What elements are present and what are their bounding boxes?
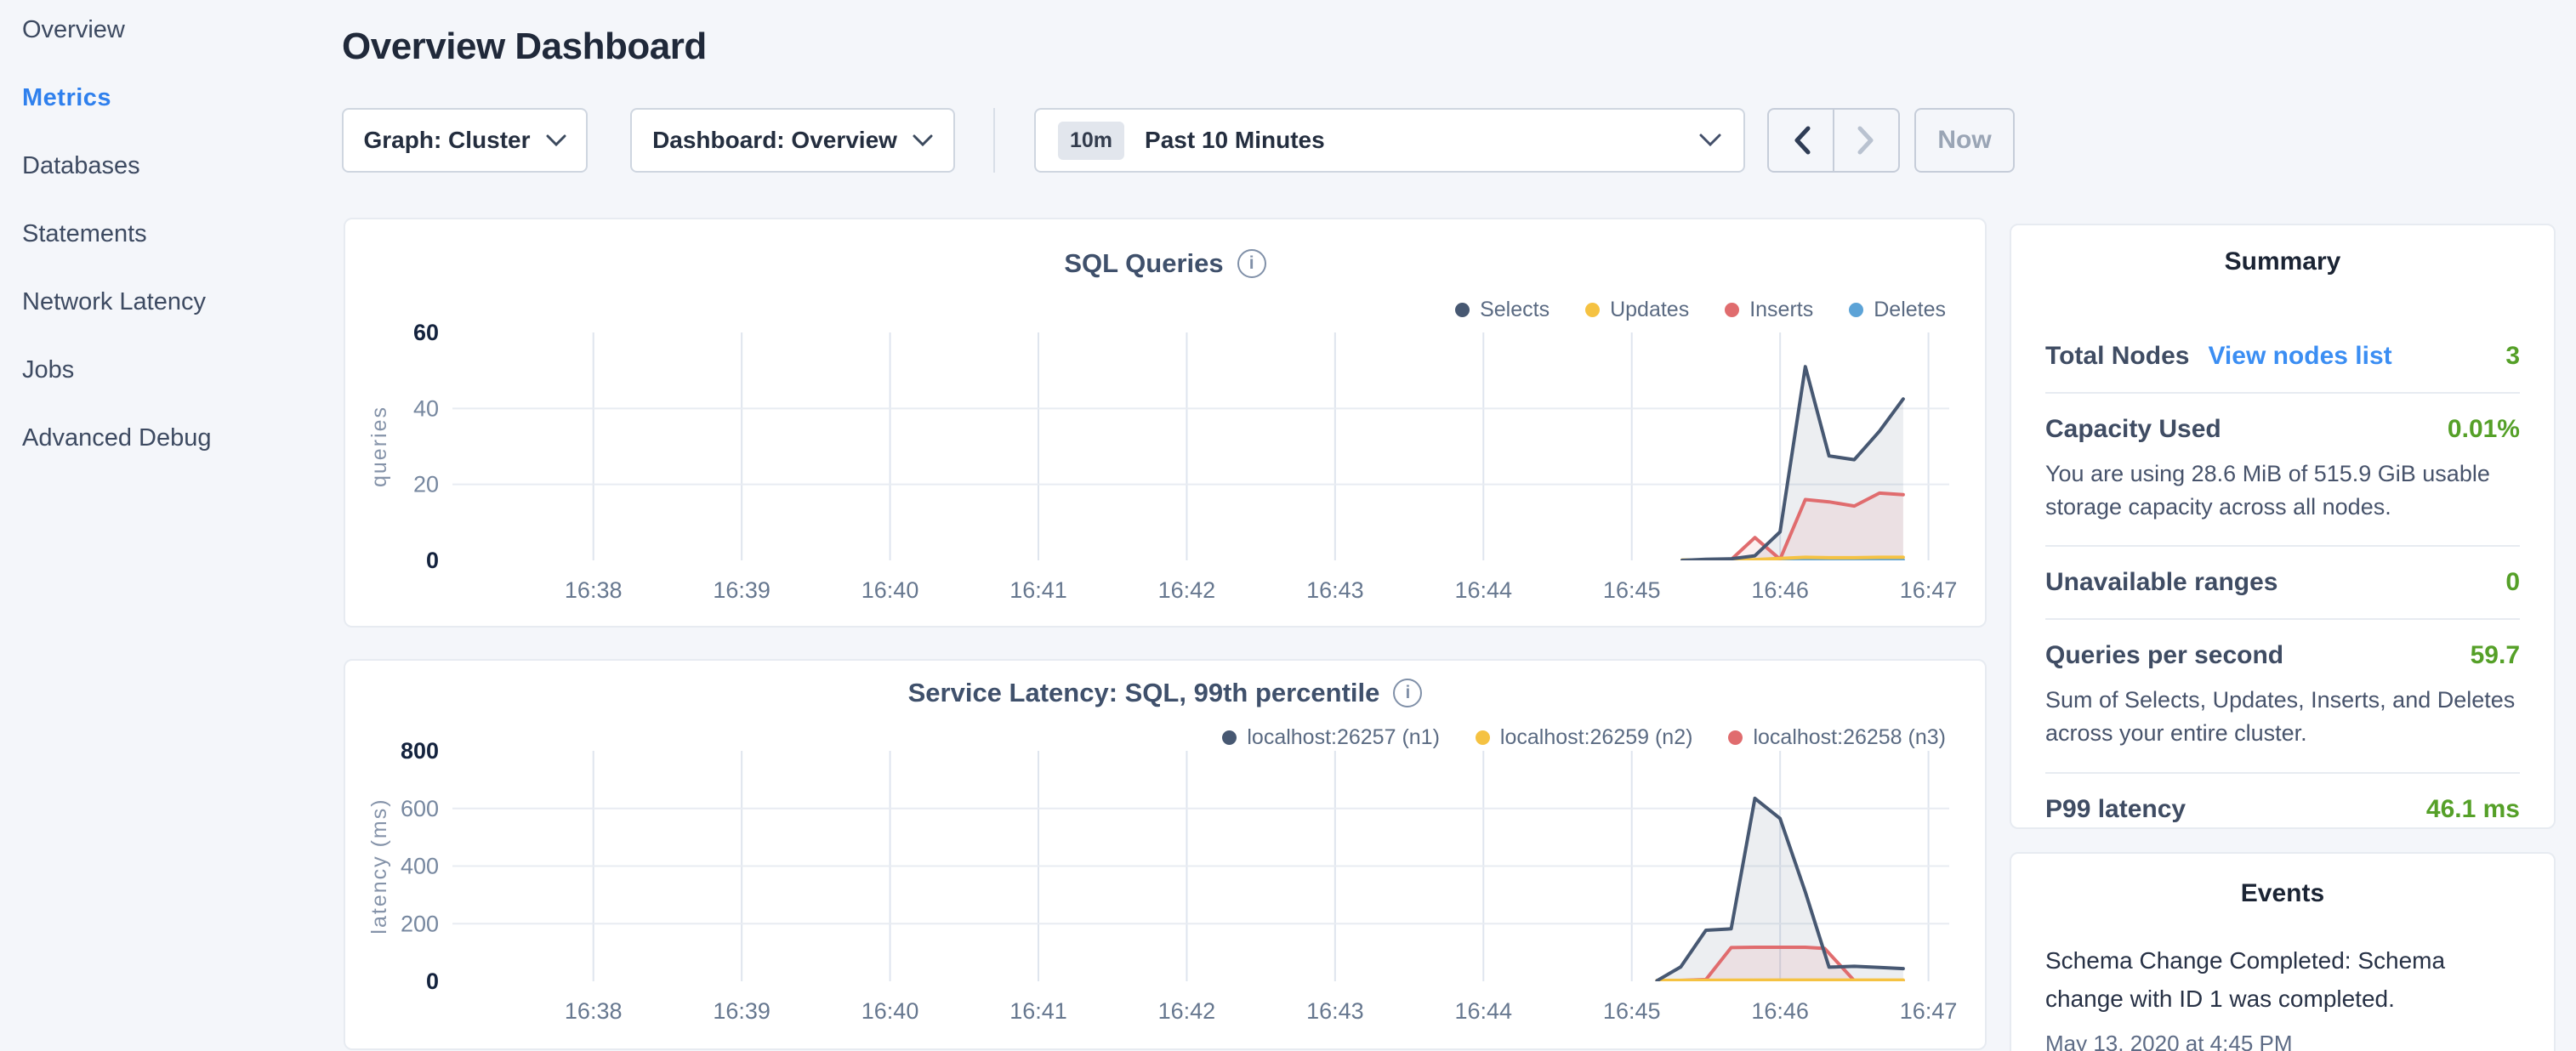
time-range-selector[interactable]: 10m Past 10 Minutes <box>1034 108 1745 173</box>
x-axis-tick-label: 16:47 <box>1900 998 1958 1024</box>
x-axis-tick-label: 16:42 <box>1158 998 1216 1024</box>
sidebar-nav: Overview Metrics Databases Statements Networ… <box>0 0 340 490</box>
summary-row-title: Capacity Used <box>2045 415 2221 444</box>
y-axis-tick-label: 60 <box>413 320 439 345</box>
x-axis-tick-label: 16:43 <box>1306 577 1364 603</box>
summary-row: Unavailable ranges 0 <box>2045 545 2520 618</box>
x-axis-tick-label: 16:46 <box>1751 577 1809 603</box>
y-axis-tick-label: 200 <box>401 911 439 936</box>
chart-plot-area: 0 200 400 600 800 16:38 16:39 16:40 16:41 16:42 16… <box>345 661 1988 1051</box>
graph-dropdown-label: Graph: Cluster <box>363 127 530 154</box>
controls-divider <box>993 108 995 173</box>
events-panel: Events Schema Change Completed: Schema c… <box>2010 852 2556 1051</box>
chevron-left-icon <box>1790 124 1812 156</box>
view-nodes-list-link[interactable]: View nodes list <box>2208 342 2391 371</box>
summary-row: Total Nodes View nodes list 3 <box>2045 321 2520 392</box>
x-axis-tick-label: 16:46 <box>1751 998 1809 1024</box>
summary-row-title: P99 latency <box>2045 795 2186 824</box>
x-axis-tick-label: 16:45 <box>1603 998 1661 1024</box>
summary-row-value: 0 <box>2505 568 2520 597</box>
summary-row: P99 latency 46.1 ms <box>2045 772 2520 845</box>
sidebar-item-metrics[interactable]: Metrics <box>22 82 340 115</box>
chevron-down-icon <box>546 134 566 147</box>
summary-row-value: 46.1 ms <box>2426 795 2520 824</box>
x-axis-tick-label: 16:41 <box>1009 998 1067 1024</box>
chevron-down-icon <box>913 134 933 147</box>
sidebar-item-network-latency[interactable]: Network Latency <box>22 286 340 319</box>
x-axis-tick-label: 16:43 <box>1306 998 1364 1024</box>
y-axis-tick-label: 600 <box>401 796 439 821</box>
summary-row: Queries per second 59.7 Sum of Selects, Up… <box>2045 618 2520 771</box>
x-axis-tick-label: 16:45 <box>1603 577 1661 603</box>
time-step-forward-button[interactable] <box>1833 110 1898 171</box>
y-axis-tick-label: 40 <box>413 395 439 421</box>
summary-panel: Summary Total Nodes View nodes list 3 Capac… <box>2010 224 2556 829</box>
x-axis-tick-label: 16:44 <box>1455 998 1513 1024</box>
summary-row-subtext: You are using 28.6 MiB of 515.9 GiB usab… <box>2045 457 2520 524</box>
x-axis-tick-label: 16:39 <box>713 998 771 1024</box>
time-step-buttons <box>1767 108 1900 173</box>
y-axis-tick-label: 800 <box>401 738 439 764</box>
chevron-down-icon <box>1699 134 1721 147</box>
sidebar-item-advanced-debug[interactable]: Advanced Debug <box>22 422 340 455</box>
y-axis-unit-label: queries <box>367 406 391 487</box>
x-axis-tick-label: 16:38 <box>565 577 623 603</box>
summary-rows: Total Nodes View nodes list 3 Capacity Used… <box>2045 321 2520 845</box>
x-axis-tick-label: 16:40 <box>862 998 919 1024</box>
x-axis-tick-label: 16:42 <box>1158 577 1216 603</box>
summary-row-title: Unavailable ranges <box>2045 568 2277 597</box>
x-axis-tick-label: 16:41 <box>1009 577 1067 603</box>
now-button[interactable]: Now <box>1914 108 2015 173</box>
page-title: Overview Dashboard <box>342 26 707 68</box>
x-axis-tick-label: 16:38 <box>565 998 623 1024</box>
app-root: Overview Metrics Databases Statements Networ… <box>0 0 2576 1051</box>
graph-dropdown[interactable]: Graph: Cluster <box>342 108 588 173</box>
sidebar-item-jobs[interactable]: Jobs <box>22 354 340 387</box>
time-step-back-button[interactable] <box>1769 110 1833 171</box>
summary-row-title: Total Nodes <box>2045 342 2189 371</box>
summary-row-value: 0.01% <box>2448 415 2520 444</box>
summary-heading: Summary <box>2045 247 2520 276</box>
x-axis-tick-label: 16:39 <box>713 577 771 603</box>
sidebar-item-overview[interactable]: Overview <box>22 14 340 47</box>
x-axis-tick-label: 16:47 <box>1900 577 1958 603</box>
events-list: Schema Change Completed: Schema change w… <box>2045 942 2520 1051</box>
summary-row-value: 59.7 <box>2471 641 2520 670</box>
x-axis-tick-label: 16:40 <box>862 577 919 603</box>
sidebar-item-databases[interactable]: Databases <box>22 150 340 183</box>
y-axis-tick-label: 0 <box>426 969 439 994</box>
time-range-badge: 10m <box>1058 122 1124 160</box>
sql-queries-chart-card: SQL Queries i SelectsUpdatesInsertsDelet… <box>344 218 1987 628</box>
dashboard-dropdown-label: Dashboard: Overview <box>652 127 897 154</box>
summary-row-title: Queries per second <box>2045 641 2283 670</box>
time-range-label: Past 10 Minutes <box>1145 127 1699 154</box>
chart-plot-area: 0 20 40 60 16:38 16:39 16:40 16:41 16:42 16:43 16:… <box>345 219 1988 629</box>
x-axis-tick-label: 16:44 <box>1455 577 1513 603</box>
summary-row-value: 3 <box>2505 342 2520 371</box>
service-latency-chart-card: Service Latency: SQL, 99th percentile i … <box>344 659 1987 1050</box>
event-item: Schema Change Completed: Schema change w… <box>2045 942 2520 1051</box>
chevron-right-icon <box>1856 124 1878 156</box>
y-axis-tick-label: 20 <box>413 472 439 497</box>
summary-row-subtext: Sum of Selects, Updates, Inserts, and De… <box>2045 684 2520 750</box>
dashboard-dropdown[interactable]: Dashboard: Overview <box>630 108 955 173</box>
y-axis-unit-label: latency (ms) <box>367 798 391 934</box>
y-axis-tick-label: 0 <box>426 548 439 573</box>
event-timestamp: May 13, 2020 at 4:45 PM <box>2045 1031 2520 1051</box>
summary-row: Capacity Used 0.01% You are using 28.6 MiB… <box>2045 392 2520 545</box>
events-heading: Events <box>2045 879 2520 908</box>
y-axis-tick-label: 400 <box>401 854 439 879</box>
event-text: Schema Change Completed: Schema change w… <box>2045 942 2520 1019</box>
sidebar-item-statements[interactable]: Statements <box>22 218 340 251</box>
